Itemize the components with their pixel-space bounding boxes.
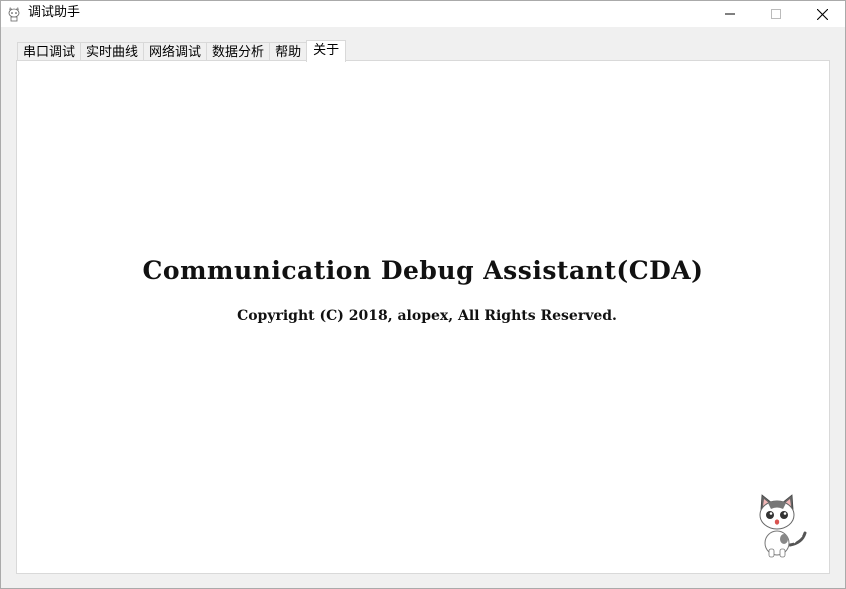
app-window: 调试助手 串口调试 实时曲线 网络调试 数据分析 帮助 关于 Communica…	[0, 0, 846, 589]
tab-about[interactable]: 关于	[306, 40, 347, 62]
tab-bar: 串口调试 实时曲线 网络调试 数据分析 帮助 关于	[17, 40, 347, 62]
maximize-icon	[771, 9, 781, 19]
close-button[interactable]	[799, 1, 845, 27]
title-bar[interactable]: 调试助手	[1, 1, 845, 27]
minimize-icon	[725, 13, 735, 15]
tab-serial-debug[interactable]: 串口调试	[17, 42, 82, 62]
tab-help[interactable]: 帮助	[269, 42, 308, 62]
cat-mascot-image	[759, 494, 807, 558]
cat-icon	[8, 7, 20, 22]
about-panel: Communication Debug Assistant(CDA) Copyr…	[16, 60, 830, 574]
tab-data-analysis[interactable]: 数据分析	[206, 42, 271, 62]
about-title: Communication Debug Assistant(CDA)	[142, 256, 704, 285]
window-title: 调试助手	[28, 5, 81, 20]
tab-realtime-curve[interactable]: 实时曲线	[80, 42, 145, 62]
maximize-button[interactable]	[753, 1, 799, 27]
tab-network-debug[interactable]: 网络调试	[143, 42, 208, 62]
copyright-text: Copyright (C) 2018, alopex, All Rights R…	[237, 308, 617, 324]
close-icon	[816, 8, 828, 20]
minimize-button[interactable]	[707, 1, 753, 27]
